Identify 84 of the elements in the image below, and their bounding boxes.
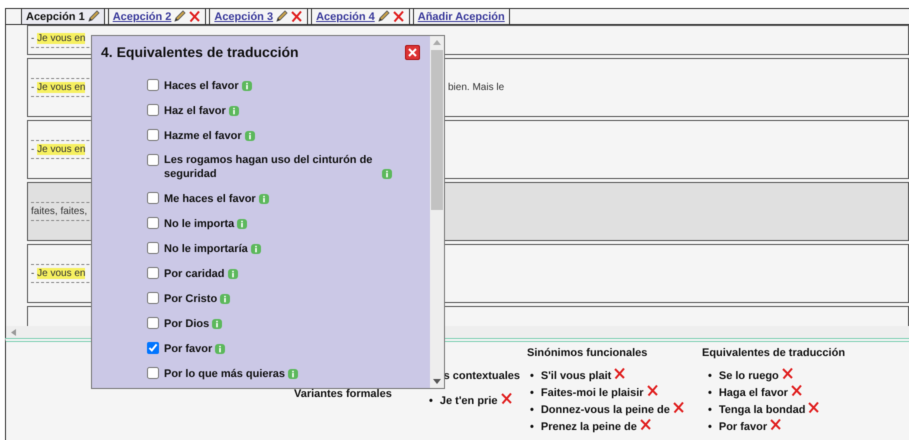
tab[interactable]: Acepción 4 — [316, 10, 375, 22]
scroll-down-icon[interactable] — [433, 379, 441, 384]
info-icon[interactable] — [258, 194, 269, 204]
term-text: Je t'en prie — [440, 395, 498, 407]
delete-icon[interactable] — [638, 418, 652, 431]
close-button[interactable] — [405, 44, 420, 60]
info-icon[interactable] — [228, 106, 239, 116]
example-text: faites, faites, — [31, 206, 88, 217]
option-label[interactable]: Les rogamos hagan uso del cinturón de seguridad — [164, 153, 379, 181]
term-text: Prenez la peine de — [540, 421, 637, 433]
option-label[interactable]: Haz el favor — [164, 104, 226, 118]
option-label[interactable]: No le importa — [164, 217, 234, 231]
pencil-icon[interactable] — [86, 10, 100, 23]
option-label[interactable]: Hazme el favor — [164, 129, 242, 143]
term-text: Donnez-vous la peine de — [540, 404, 670, 416]
option-label[interactable]: Me haces el favor — [164, 192, 256, 206]
delete-icon[interactable] — [790, 384, 803, 397]
info-icon[interactable] — [244, 131, 255, 141]
term-text: Se lo ruego — [718, 370, 779, 382]
column-heading: Variantes formales — [294, 388, 393, 400]
delete-icon[interactable] — [290, 10, 304, 23]
info-icon[interactable] — [237, 219, 248, 229]
bullet: • — [530, 421, 534, 433]
pencil-icon[interactable] — [376, 10, 390, 23]
option-checkbox[interactable] — [147, 292, 159, 304]
delete-icon[interactable] — [500, 392, 512, 405]
option-label[interactable]: Por favor — [164, 342, 212, 356]
info-icon[interactable] — [250, 244, 261, 254]
bullet: • — [708, 421, 712, 433]
option-label[interactable]: Por Dios — [164, 317, 210, 331]
option-checkbox[interactable] — [147, 217, 159, 229]
option-checkbox[interactable] — [147, 104, 159, 116]
term-text: Haga el favor — [718, 387, 788, 399]
column-heading: Equivalentes de traducción — [702, 347, 846, 359]
option-checkbox[interactable] — [147, 317, 159, 329]
column-heading: Sinónimos funcionales — [526, 347, 648, 359]
option-label[interactable]: Por lo que más quieras — [164, 367, 286, 381]
option-label[interactable]: Por caridad — [164, 267, 225, 281]
example-text: bien. Mais le — [448, 82, 506, 93]
option-checkbox[interactable] — [147, 242, 159, 254]
delete-icon[interactable] — [769, 418, 782, 431]
option-checkbox[interactable] — [147, 367, 159, 379]
scroll-left-icon[interactable] — [11, 329, 16, 336]
info-icon[interactable] — [288, 369, 298, 379]
dialog-title: 4. Equivalentes de traducción — [101, 44, 299, 60]
delete-icon[interactable] — [646, 384, 659, 397]
option-checkbox[interactable] — [147, 267, 159, 279]
term-text: Tenga la bondad — [718, 404, 806, 416]
scrollbar[interactable] — [430, 36, 444, 388]
info-icon[interactable] — [228, 269, 238, 279]
info-icon[interactable] — [215, 344, 226, 354]
info-icon[interactable] — [212, 319, 222, 329]
bullet: • — [708, 370, 712, 382]
bullet: • — [708, 404, 712, 416]
pencil-icon[interactable] — [173, 10, 186, 23]
tab[interactable]: Acepción 3 — [214, 10, 274, 22]
option-checkbox[interactable] — [147, 129, 159, 141]
option-checkbox[interactable] — [147, 154, 159, 166]
tab[interactable]: Acepción 2 — [112, 10, 172, 22]
close-icon — [408, 48, 417, 56]
option-label[interactable]: Por Cristo — [164, 292, 218, 306]
info-icon[interactable] — [242, 81, 252, 91]
info-icon[interactable] — [220, 294, 230, 304]
term-text: S'il vous plait — [540, 370, 612, 382]
term-text: Faites-moi le plaisir — [540, 387, 644, 399]
option-checkbox[interactable] — [147, 342, 159, 354]
delete-icon[interactable] — [780, 367, 794, 380]
option-label[interactable]: Haces el favor — [164, 79, 239, 93]
pencil-icon[interactable] — [275, 10, 288, 23]
term-text: Por favor — [718, 421, 768, 433]
delete-icon[interactable] — [807, 401, 820, 414]
delete-icon[interactable] — [672, 401, 685, 414]
delete-icon[interactable] — [392, 10, 405, 23]
option-checkbox[interactable] — [147, 192, 159, 204]
bullet: • — [530, 404, 534, 416]
bullet: • — [708, 387, 712, 399]
bullet: • — [530, 387, 534, 399]
info-icon[interactable] — [382, 169, 392, 179]
delete-icon[interactable] — [613, 367, 626, 380]
option-label[interactable]: No le importaría — [164, 242, 248, 256]
option-checkbox[interactable] — [147, 79, 159, 91]
delete-icon[interactable] — [188, 10, 202, 23]
bullet: • — [429, 395, 433, 407]
bullet: • — [530, 370, 534, 382]
